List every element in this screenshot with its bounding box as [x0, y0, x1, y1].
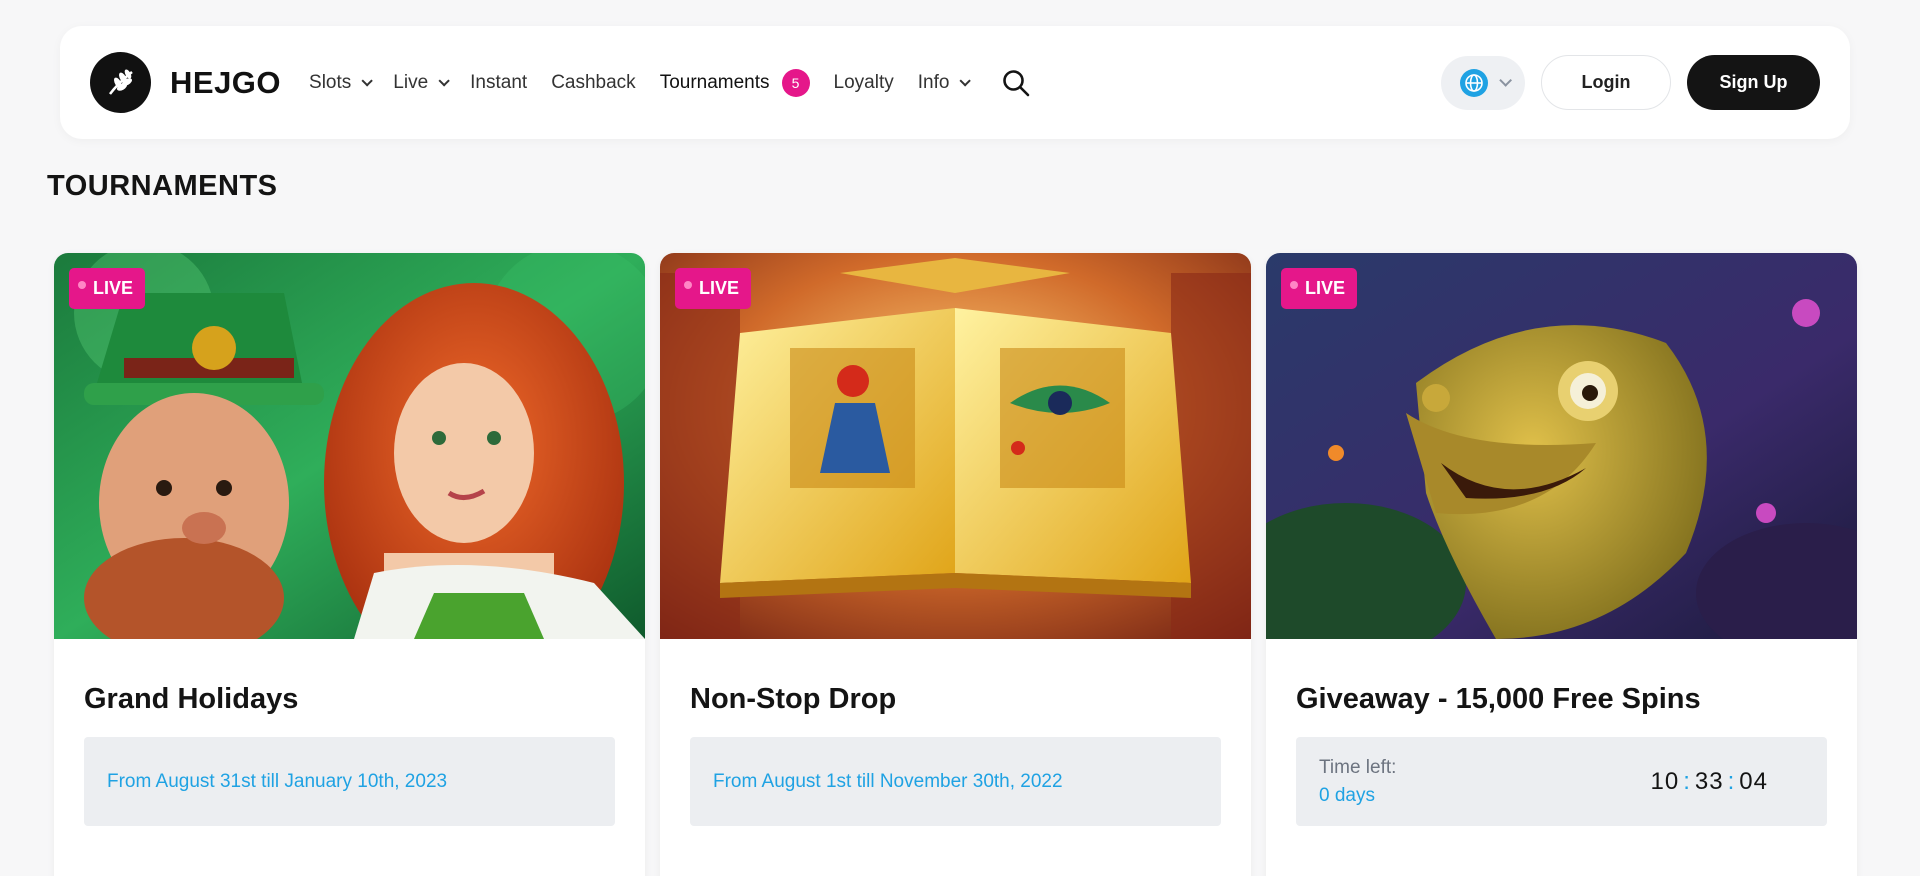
- time-left: Time left: 0 days: [1319, 757, 1396, 807]
- nav-item-instant[interactable]: Instant: [470, 72, 527, 94]
- nav-item-live[interactable]: Live: [393, 71, 450, 94]
- nav-item-label: Instant: [470, 71, 528, 93]
- page-title: TOURNAMENTS: [47, 170, 278, 202]
- nav-item-cashback[interactable]: Cashback: [551, 72, 636, 94]
- laurel-logo-icon: [90, 52, 151, 113]
- tournament-date-box: From August 31st till January 10th, 2023: [84, 737, 615, 826]
- logo-text: HEJGO: [170, 64, 282, 100]
- tournament-image[interactable]: LIVE: [54, 253, 645, 639]
- chevron-down-icon: [361, 74, 374, 87]
- time-left-label: Time left:: [1319, 756, 1397, 778]
- countdown-timer: 10:33:04: [1651, 768, 1768, 796]
- live-badge: LIVE: [675, 268, 752, 309]
- nav-item-label: Tournaments: [659, 71, 770, 93]
- chevron-down-icon: [1498, 74, 1512, 87]
- logo[interactable]: HEJGO: [90, 52, 281, 113]
- login-button[interactable]: Login: [1541, 55, 1671, 110]
- nav-item-tournaments[interactable]: Tournaments 5: [659, 68, 810, 97]
- nav-item-label: Cashback: [551, 71, 636, 93]
- live-badge: LIVE: [1281, 268, 1358, 309]
- language-selector[interactable]: [1441, 55, 1525, 110]
- tournament-date-box: From August 1st till November 30th, 2022: [690, 737, 1221, 826]
- nav-item-slots[interactable]: Slots: [309, 71, 374, 94]
- tournament-image[interactable]: LIVE: [660, 253, 1251, 639]
- main-nav: Slots Live Instant Cashback Tournaments …: [309, 68, 1031, 98]
- nav-item-label: Info: [917, 71, 950, 93]
- tournament-card-giveaway[interactable]: LIVE Giveaway - 15,000 Free Spins Time l…: [1266, 253, 1857, 876]
- tournament-title[interactable]: Grand Holidays: [84, 683, 298, 716]
- countdown-separator: :: [1727, 767, 1736, 795]
- tournament-date-range: From August 31st till January 10th, 2023: [107, 770, 448, 792]
- nav-item-info[interactable]: Info: [917, 71, 972, 94]
- tournament-card-non-stop-drop[interactable]: LIVE Non-Stop Drop From August 1st till …: [660, 253, 1251, 876]
- time-left-days: 0 days: [1319, 784, 1375, 806]
- tournaments-count-badge: 5: [781, 68, 810, 97]
- tournament-card-grand-holidays[interactable]: LIVE Grand Holidays From August 31st til…: [54, 253, 645, 876]
- chevron-down-icon: [959, 74, 972, 87]
- countdown-hours: 10: [1650, 767, 1680, 795]
- nav-item-label: Slots: [309, 71, 352, 93]
- tournament-timer-box: Time left: 0 days 10:33:04: [1296, 737, 1827, 826]
- site-header: HEJGO Slots Live Instant Cashback Tourna…: [60, 26, 1850, 139]
- tournament-date-range: From August 1st till November 30th, 2022: [713, 770, 1063, 792]
- tournament-title[interactable]: Non-Stop Drop: [690, 683, 896, 716]
- globe-icon: [1459, 68, 1488, 97]
- tournament-title[interactable]: Giveaway - 15,000 Free Spins: [1296, 683, 1701, 716]
- live-badge: LIVE: [69, 268, 146, 309]
- header-actions: Login Sign Up: [1441, 55, 1820, 110]
- nav-item-label: Live: [393, 71, 429, 93]
- signup-button[interactable]: Sign Up: [1687, 55, 1820, 110]
- chevron-down-icon: [438, 74, 450, 87]
- countdown-separator: :: [1683, 767, 1691, 795]
- tournament-image[interactable]: LIVE: [1266, 253, 1857, 639]
- search-icon[interactable]: [1001, 68, 1031, 98]
- nav-item-loyalty[interactable]: Loyalty: [834, 72, 894, 94]
- nav-item-label: Loyalty: [833, 71, 894, 93]
- countdown-seconds: 04: [1739, 767, 1768, 795]
- countdown-minutes: 33: [1694, 767, 1724, 795]
